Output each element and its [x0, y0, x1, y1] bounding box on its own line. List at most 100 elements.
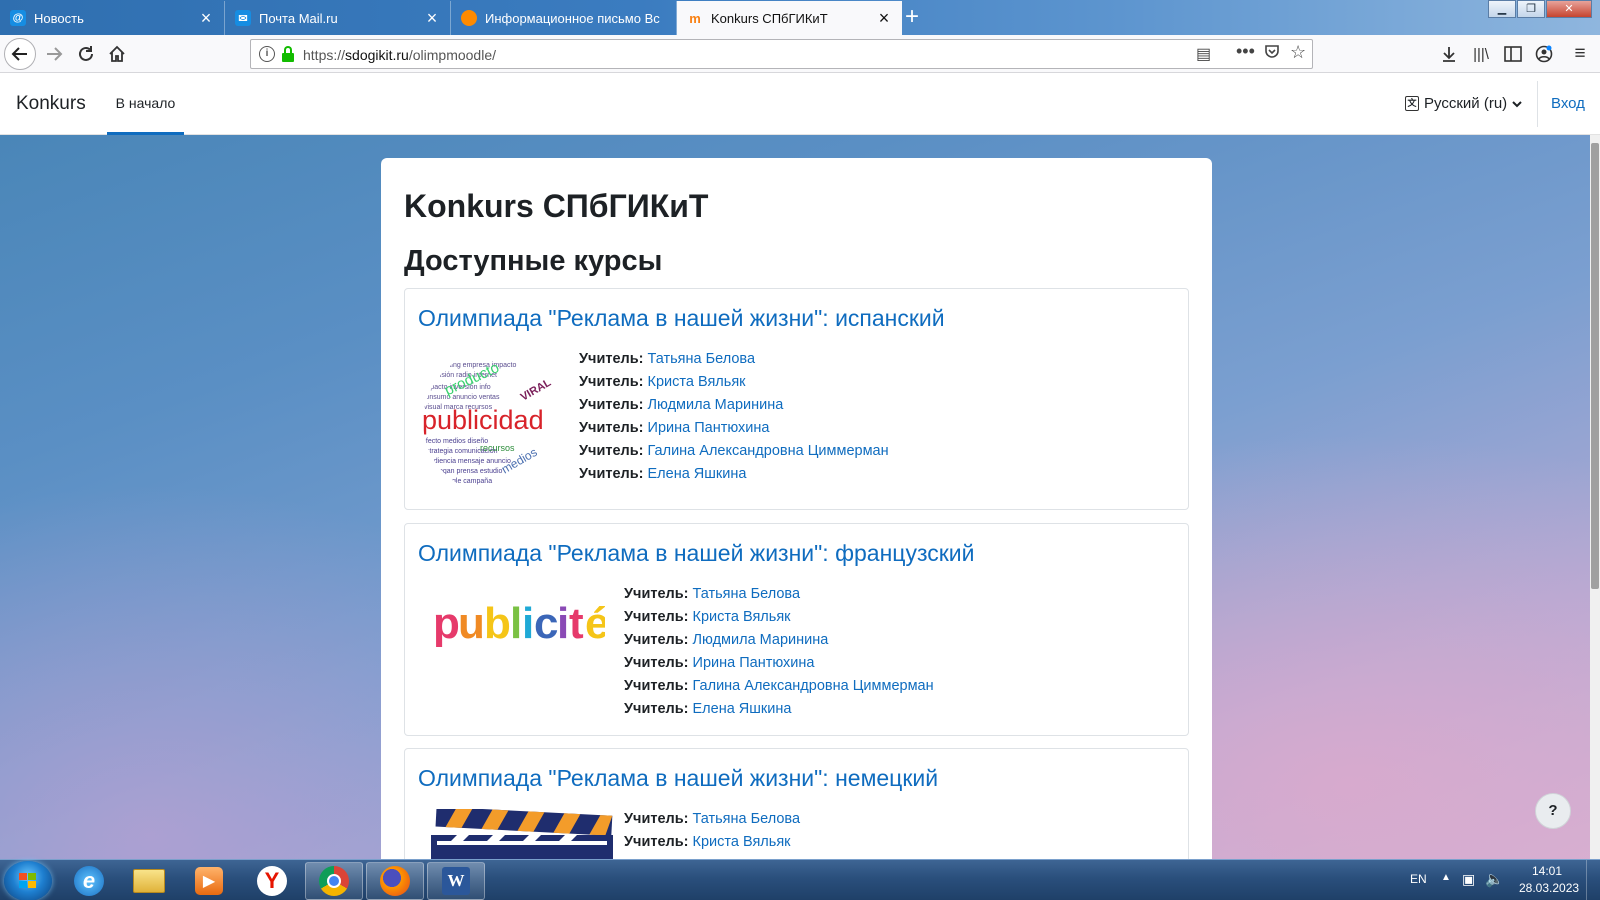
library-icon[interactable]: |||\ [1467, 40, 1495, 68]
firefox-icon [380, 866, 410, 896]
sidebar-icon[interactable] [1499, 40, 1527, 68]
hamburger-menu-icon[interactable]: ≡ [1566, 40, 1594, 68]
taskbar-yandex[interactable]: Y [243, 862, 301, 900]
start-button[interactable] [4, 861, 52, 900]
teacher-link[interactable]: Елена Яшкина [693, 701, 792, 717]
nav-home-link[interactable]: В начало [107, 73, 184, 135]
taskbar-firefox[interactable] [366, 862, 424, 900]
show-desktop-button[interactable] [1586, 860, 1600, 900]
course-title-link[interactable]: Олимпиада "Реклама в нашей жизни": франц… [418, 540, 975, 567]
teacher-item: Учитель: Людмила Маринина [579, 397, 784, 413]
teacher-link[interactable]: Татьяна Белова [693, 811, 801, 827]
teacher-item: Учитель: Людмила Маринина [624, 632, 829, 648]
teacher-link[interactable]: Татьяна Белова [693, 586, 801, 602]
browser-navbar: i https://sdogikit.ru/olimpmoodle/ ▤ •••… [0, 35, 1600, 73]
more-actions-icon[interactable]: ••• [1236, 41, 1255, 62]
help-button[interactable]: ? [1535, 793, 1571, 829]
close-icon[interactable]: × [876, 9, 892, 27]
publicite-logo-image: p u b l i c i t é [433, 599, 609, 648]
teacher-link[interactable]: Криста Вяльяк [693, 609, 791, 625]
url-text: https://sdogikit.ru/olimpmoodle/ [303, 47, 496, 63]
language-menu[interactable]: 文 Русский (ru) [1405, 95, 1522, 112]
volume-icon[interactable]: 🔈 [1485, 870, 1504, 888]
browser-tab-letter[interactable]: Информационное письмо Вс [451, 1, 677, 35]
tab-label: Информационное письмо Вс [485, 10, 660, 26]
chrome-icon [319, 866, 349, 896]
teacher-link[interactable]: Ирина Пантюхина [693, 655, 815, 671]
clock-time[interactable]: 14:01 [1532, 864, 1562, 878]
account-icon[interactable] [1530, 40, 1558, 68]
teacher-link[interactable]: Галина Александровна Циммерман [693, 678, 934, 694]
svg-text:t: t [569, 600, 584, 648]
svg-text:publicidad: publicidad [422, 405, 544, 435]
scrollbar-thumb[interactable] [1591, 143, 1599, 589]
course-title-link[interactable]: Олимпиада "Реклама в нашей жизни": немец… [418, 765, 938, 792]
course-image-spanish[interactable]: marketing empresa impacto televisión rad… [420, 347, 570, 497]
pocket-icon[interactable] [1264, 44, 1280, 65]
teacher-link[interactable]: Галина Александровна Циммерман [648, 443, 889, 459]
info-icon[interactable]: i [259, 46, 275, 62]
tray-expand-icon[interactable]: ▲ [1441, 872, 1451, 883]
lock-icon[interactable] [281, 46, 295, 62]
word-icon: W [442, 867, 470, 895]
taskbar-explorer[interactable] [120, 862, 178, 900]
envelope-icon: ✉ [235, 10, 251, 26]
course-box-german: Олимпиада "Реклама в нашей жизни": немец… [404, 748, 1189, 859]
page-scrollbar[interactable] [1590, 135, 1600, 859]
teacher-item: Учитель: Елена Яшкина [579, 466, 747, 482]
close-window-button[interactable]: ✕ [1546, 0, 1592, 18]
reload-button[interactable] [72, 40, 100, 68]
new-tab-button[interactable]: + [905, 4, 919, 30]
moodle-icon: m [689, 10, 701, 26]
browser-tab-mail[interactable]: ✉ Почта Mail.ru × [225, 1, 451, 35]
svg-text:i: i [557, 600, 569, 648]
teacher-link[interactable]: Людмила Маринина [693, 632, 829, 648]
minimize-button[interactable]: ▁ [1488, 0, 1516, 18]
teacher-list: Учитель: Татьяна Белова Учитель: Криста … [624, 586, 934, 724]
teacher-item: Учитель: Татьяна Белова [624, 586, 801, 602]
teacher-item: Учитель: Галина Александровна Циммерман [579, 443, 889, 459]
media-player-icon: ▶ [195, 867, 223, 895]
course-image-german[interactable] [427, 806, 613, 859]
main-content-card: Konkurs СПбГИКиТ Доступные курсы Олимпиа… [381, 158, 1212, 859]
teacher-link[interactable]: Криста Вяльяк [648, 374, 746, 390]
course-title-link[interactable]: Олимпиада "Реклама в нашей жизни": испан… [418, 305, 945, 332]
browser-tab-konkurs[interactable]: m Konkurs СПбГИКиТ × [677, 1, 902, 35]
restore-button[interactable]: ❐ [1517, 0, 1545, 18]
teacher-link[interactable]: Елена Яшкина [648, 466, 747, 482]
language-icon: 文 [1405, 96, 1419, 111]
taskbar-chrome[interactable] [305, 862, 363, 900]
login-link[interactable]: Вход [1551, 95, 1585, 112]
svg-text:l: l [510, 600, 522, 648]
url-prefix: https:// [303, 47, 346, 63]
internet-explorer-icon: e [74, 866, 104, 896]
taskbar-internet-explorer[interactable]: e [60, 862, 118, 900]
clock-date[interactable]: 28.03.2023 [1519, 881, 1579, 895]
site-brand[interactable]: Konkurs [16, 93, 86, 115]
network-icon[interactable]: ▣ [1462, 871, 1475, 888]
tab-label: Новость [34, 10, 84, 26]
teacher-item: Учитель: Криста Вяльяк [624, 834, 791, 850]
downloads-icon[interactable] [1435, 40, 1463, 68]
chevron-down-icon [1512, 100, 1522, 107]
teacher-link[interactable]: Татьяна Белова [648, 351, 756, 367]
reader-view-icon[interactable]: ▤ [1196, 44, 1211, 64]
browser-tab-news[interactable]: @ Новость × [0, 1, 225, 35]
page-title: Konkurs СПбГИКиТ [404, 188, 709, 224]
teacher-link[interactable]: Ирина Пантюхина [648, 420, 770, 436]
home-button[interactable] [103, 40, 131, 68]
url-bar[interactable]: i https://sdogikit.ru/olimpmoodle/ ▤ •••… [250, 39, 1313, 69]
course-image-french[interactable]: p u b l i c i t é [433, 599, 609, 650]
course-box-spanish: Олимпиада "Реклама в нашей жизни": испан… [404, 288, 1189, 510]
taskbar-word[interactable]: W [427, 862, 485, 900]
bookmark-star-icon[interactable]: ☆ [1290, 42, 1306, 63]
taskbar-media-player[interactable]: ▶ [180, 862, 238, 900]
forward-button[interactable] [40, 40, 68, 68]
teacher-link[interactable]: Людмила Маринина [648, 397, 784, 413]
yandex-browser-icon: Y [257, 866, 287, 896]
input-language[interactable]: EN [1410, 872, 1427, 886]
teacher-link[interactable]: Криста Вяльяк [693, 834, 791, 850]
close-icon[interactable]: × [424, 9, 440, 27]
close-icon[interactable]: × [198, 9, 214, 27]
back-button[interactable] [4, 38, 36, 70]
